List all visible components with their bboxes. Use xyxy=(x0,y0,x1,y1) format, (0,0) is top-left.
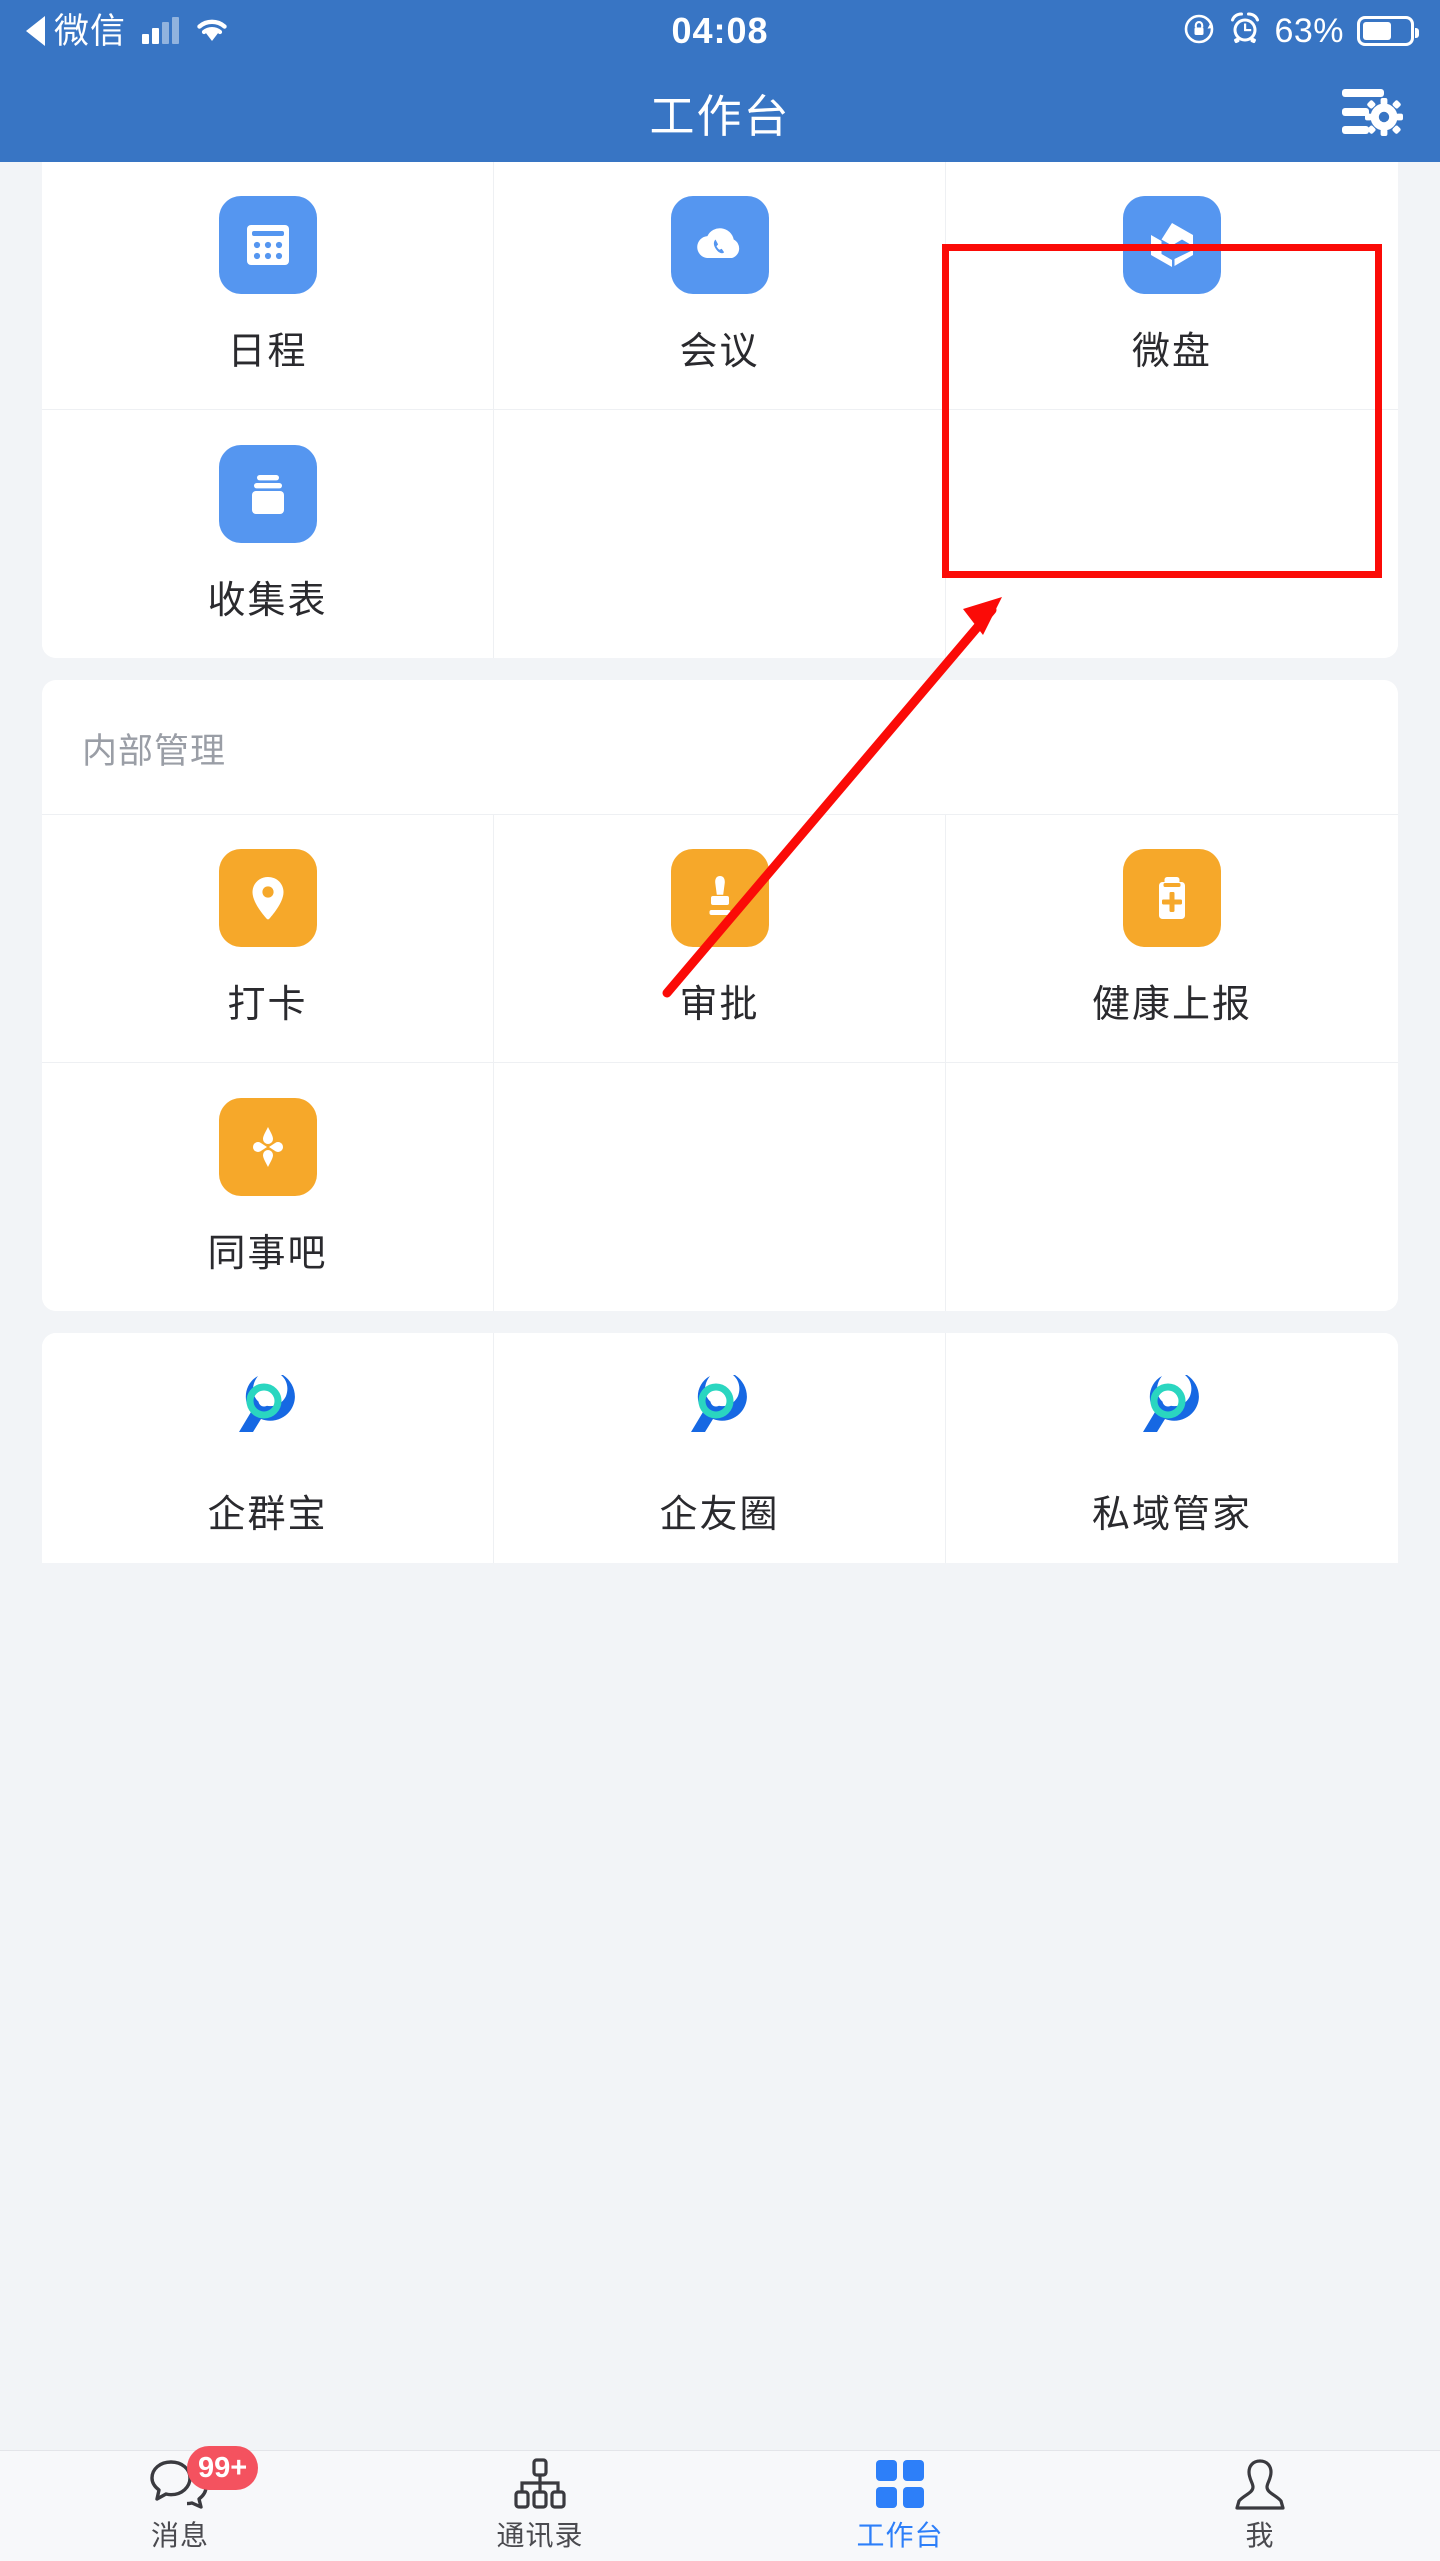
app-cell-empty xyxy=(946,1063,1398,1311)
swirl-logo-icon xyxy=(671,1359,769,1457)
app-section-top-apps: 日程 会议 微盘 收集表 xyxy=(42,162,1398,658)
stamp-icon xyxy=(670,849,769,947)
cube-drive-icon xyxy=(1123,196,1221,294)
app-cell-daka[interactable]: 打卡 xyxy=(42,815,494,1063)
app-cell-shoujibiao[interactable]: 收集表 xyxy=(42,410,494,658)
back-app-label[interactable]: 微信 xyxy=(54,14,126,49)
nav-bar: 工作台 xyxy=(0,62,1440,162)
collection-box-icon xyxy=(218,444,317,543)
app-section-third-party: 企群宝 企友圈 私域管家 xyxy=(42,1333,1398,1563)
status-bar: 微信 04:08 63% xyxy=(0,0,1440,62)
cloud-phone-icon xyxy=(670,196,769,294)
unread-badge: 99+ xyxy=(187,2446,259,2490)
app-cell-weipan[interactable]: 微盘 xyxy=(946,162,1398,410)
app-cell-empty xyxy=(946,410,1398,658)
app-cell-shenpi[interactable]: 审批 xyxy=(494,815,946,1063)
back-triangle-icon[interactable] xyxy=(26,16,45,46)
section-title: 内部管理 xyxy=(42,680,1398,815)
status-bar-right: 63% xyxy=(1182,11,1419,51)
grid-squares-icon xyxy=(874,2458,926,2510)
swirl-logo-icon xyxy=(219,1359,317,1457)
app-grid-top-apps: 日程 会议 微盘 收集表 xyxy=(42,162,1398,658)
tab-label: 工作台 xyxy=(856,2520,944,2551)
app-grid-internal-management: 打卡 审批 健康上报 同事吧 xyxy=(42,815,1398,1311)
tab-me[interactable]: 我 xyxy=(1080,2451,1440,2561)
org-chart-icon xyxy=(511,2458,569,2510)
app-section-internal-management: 内部管理 打卡 审批 健康上报 同事吧 xyxy=(42,680,1398,1311)
tab-label: 消息 xyxy=(150,2520,209,2551)
app-label: 同事吧 xyxy=(207,1232,328,1275)
app-label: 企群宝 xyxy=(207,1493,328,1536)
battery-percent-label: 63% xyxy=(1274,11,1344,50)
cellular-signal-icon xyxy=(142,17,180,44)
app-label: 日程 xyxy=(227,331,308,373)
app-cell-qiyouquan[interactable]: 企友圈 xyxy=(494,1333,946,1563)
app-cell-huiyi[interactable]: 会议 xyxy=(494,162,946,410)
app-label: 企友圈 xyxy=(659,1493,780,1536)
app-label: 收集表 xyxy=(207,579,328,622)
app-cell-tongshiba[interactable]: 同事吧 xyxy=(42,1063,494,1311)
location-pin-icon xyxy=(218,849,317,947)
app-label: 会议 xyxy=(679,331,760,373)
alarm-clock-icon xyxy=(1229,12,1261,50)
app-label: 审批 xyxy=(679,984,760,1026)
workbench-scroll-area[interactable]: 日程 会议 微盘 收集表 内部管理 打卡 审批 健康上报 同事吧 企群宝 企友圈… xyxy=(0,162,1440,2451)
app-cell-jiankangshangbao[interactable]: 健康上报 xyxy=(946,815,1398,1063)
status-bar-left: 微信 xyxy=(26,14,230,49)
app-cell-qiqunbao[interactable]: 企群宝 xyxy=(42,1333,494,1563)
list-settings-gear-icon[interactable] xyxy=(1340,85,1404,139)
app-cell-empty xyxy=(494,1063,946,1311)
clipboard-plus-icon xyxy=(1123,849,1221,947)
tab-workbench[interactable]: 工作台 xyxy=(720,2451,1080,2561)
bottom-tab-bar: 99+ 消息 通讯录 工作台 我 xyxy=(0,2446,1440,2561)
battery-icon xyxy=(1357,16,1419,46)
app-label: 微盘 xyxy=(1131,331,1212,373)
phone-screen: 微信 04:08 63% 工作台 日程 会议 微盘 收集表 内部管理 打卡 审批… xyxy=(0,0,1440,2561)
calendar-icon xyxy=(218,196,317,294)
tab-contacts[interactable]: 通讯录 xyxy=(360,2451,720,2561)
app-label: 私域管家 xyxy=(1091,1493,1252,1536)
colleague-nodes-icon xyxy=(218,1097,317,1196)
person-icon xyxy=(1234,2458,1286,2510)
app-label: 打卡 xyxy=(227,984,308,1026)
wifi-icon xyxy=(194,15,230,48)
swirl-logo-icon xyxy=(1123,1359,1221,1457)
page-title: 工作台 xyxy=(649,90,791,142)
tab-messages[interactable]: 99+ 消息 xyxy=(0,2446,360,2561)
rotation-lock-icon xyxy=(1182,12,1216,51)
app-cell-empty xyxy=(494,410,946,658)
app-label: 健康上报 xyxy=(1091,984,1252,1026)
app-cell-richeng[interactable]: 日程 xyxy=(42,162,494,410)
app-grid-third-party: 企群宝 企友圈 私域管家 xyxy=(42,1333,1398,1563)
tab-label: 我 xyxy=(1245,2520,1275,2551)
app-cell-siyuguanjia[interactable]: 私域管家 xyxy=(946,1333,1398,1563)
tab-label: 通讯录 xyxy=(496,2520,584,2551)
chat-bubbles-icon: 99+ xyxy=(149,2446,259,2510)
